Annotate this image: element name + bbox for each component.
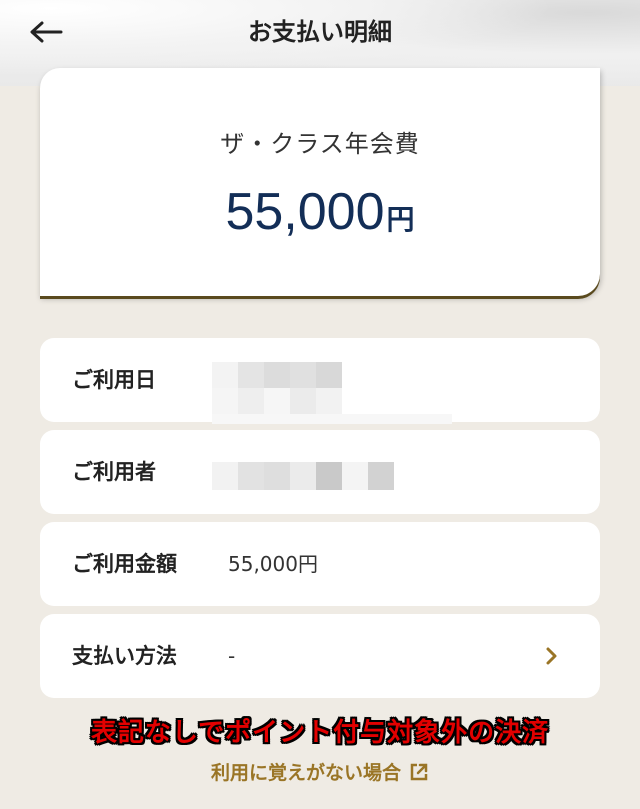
usage-date-label: ご利用日: [72, 368, 156, 392]
payment-method-label: 支払い方法: [72, 644, 177, 668]
page-title: お支払い明細: [248, 18, 392, 46]
amount-row-value: 55,000円: [228, 552, 318, 576]
redacted-mosaic: [212, 462, 394, 490]
row-user: ご利用者: [40, 430, 600, 514]
external-link-icon: [409, 762, 429, 787]
user-label: ご利用者: [72, 460, 156, 484]
summary-label: ザ・クラス年会費: [220, 130, 420, 158]
help-link-label: 利用に覚えがない場合: [210, 762, 401, 784]
amount-unit: 円: [386, 203, 415, 236]
amount-label: ご利用金額: [72, 552, 177, 576]
annotation-overlay: 表記なしでポイント付与対象外の決済: [90, 718, 550, 748]
amount-value: 55,000: [225, 183, 385, 241]
summary-amount: 55,000円: [0, 180, 640, 244]
row-usage-date: ご利用日: [40, 338, 600, 424]
payment-method-value: -: [228, 644, 236, 668]
redacted-mosaic: [212, 362, 452, 424]
row-payment-method[interactable]: 支払い方法 -: [40, 614, 600, 698]
row-amount: ご利用金額 55,000円: [40, 522, 600, 606]
unrecognized-usage-link[interactable]: 利用に覚えがない場合: [0, 758, 640, 787]
chevron-right-icon: [540, 644, 564, 668]
